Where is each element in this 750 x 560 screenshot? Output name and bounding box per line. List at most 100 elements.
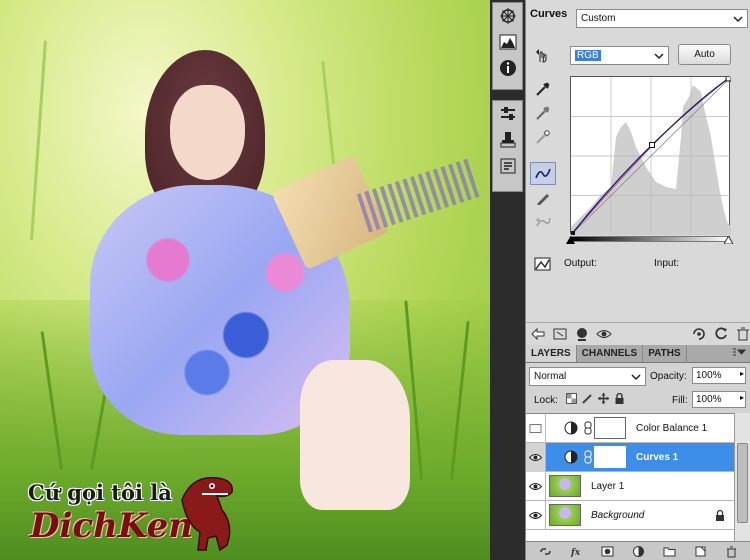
layer-mask-thumbnail[interactable]	[594, 417, 626, 439]
curves-plot	[570, 75, 732, 236]
white-point-slider[interactable]	[724, 236, 733, 244]
layer-thumbnail	[549, 475, 581, 497]
gray-point-eyedropper[interactable]	[530, 101, 556, 124]
panel-icon-group-bottom	[492, 100, 523, 192]
layer-list[interactable]: Color Balance 1 Curves 1 Layer 1 Backgro…	[526, 413, 735, 541]
eye-icon	[529, 453, 542, 461]
opacity-slider-arrow-icon[interactable]: ▸	[740, 369, 744, 378]
white-point-eyedropper[interactable]	[530, 125, 556, 148]
opacity-label: Opacity:	[650, 371, 687, 382]
panel-icon-group-top	[492, 2, 523, 90]
preset-dropdown[interactable]: Custom	[576, 9, 748, 28]
image-canvas[interactable]: Cứ gọi tôi là DichKen	[0, 0, 490, 560]
adjustment-layer-icon	[564, 421, 578, 435]
output-label: Output:	[564, 258, 597, 269]
smooth-icon	[536, 217, 551, 226]
watermark-line1: Cứ gọi tôi là	[28, 480, 172, 505]
chain-link-icon[interactable]	[584, 421, 592, 435]
lock-transparency-icon[interactable]	[566, 393, 577, 404]
curve-control-point[interactable]	[649, 142, 655, 148]
layer-row-layer1[interactable]: Layer 1	[526, 471, 735, 501]
layer-mask-thumbnail[interactable]	[594, 446, 626, 468]
channel-value: RGB	[575, 50, 601, 61]
chevron-down-icon	[733, 16, 743, 23]
eyedropper-black-icon	[536, 82, 550, 96]
visibility-eye-icon[interactable]	[596, 326, 612, 342]
clip-to-layer-icon[interactable]	[574, 326, 590, 342]
lock-position-move-icon[interactable]	[598, 393, 609, 404]
preset-value: Custom	[581, 13, 616, 24]
on-image-adjust-button[interactable]	[530, 44, 556, 67]
adjustments-panel: Curves Custom RGB Auto Output: Input:	[525, 0, 750, 345]
delete-layer-trash-icon[interactable]	[725, 545, 738, 558]
adjustment-title: Curves	[530, 8, 568, 20]
actions-icon	[500, 158, 515, 174]
lock-options	[566, 393, 625, 404]
fill-field[interactable]: 100% ▸	[692, 391, 746, 408]
layer-row-curves[interactable]: Curves 1	[526, 442, 735, 472]
eyedropper-white-icon	[536, 129, 550, 144]
lock-pixels-brush-icon[interactable]	[582, 393, 593, 404]
pencil-draw-tool[interactable]	[530, 186, 556, 209]
trash-icon[interactable]	[735, 326, 750, 342]
panel-tabs: LAYERS CHANNELS PATHS	[526, 345, 750, 363]
info-icon	[499, 60, 516, 76]
clone-source-icon	[500, 132, 515, 148]
layer-name: Curves 1	[636, 451, 679, 463]
curve-tool-column	[530, 44, 560, 234]
tab-paths[interactable]: PATHS	[643, 345, 687, 362]
view-previous-state-icon[interactable]	[691, 326, 707, 342]
panel-menu-icon[interactable]	[732, 347, 746, 359]
histogram-icon	[499, 34, 516, 50]
visibility-toggle[interactable]	[526, 500, 546, 530]
lavender-flowers	[356, 157, 484, 233]
tab-layers[interactable]: LAYERS	[526, 345, 577, 362]
fill-slider-arrow-icon[interactable]: ▸	[740, 393, 744, 402]
info-button[interactable]	[493, 55, 522, 81]
blend-mode-value: Normal	[534, 371, 567, 382]
layer-row-background[interactable]: Background	[526, 500, 735, 530]
auto-button[interactable]: Auto	[678, 44, 731, 65]
curve-endpoint-white[interactable]	[725, 75, 732, 82]
visibility-toggle[interactable]	[526, 471, 546, 501]
navigator-button[interactable]	[493, 3, 522, 29]
chain-link-icon[interactable]	[584, 450, 592, 464]
chevron-down-icon	[631, 374, 641, 381]
adjustment-layer-icon	[564, 450, 578, 464]
tab-channels[interactable]: CHANNELS	[577, 345, 644, 362]
add-mask-icon[interactable]	[601, 545, 614, 558]
clone-source-button[interactable]	[493, 127, 522, 153]
return-to-list-icon[interactable]	[530, 326, 546, 342]
actions-button[interactable]	[493, 153, 522, 179]
visibility-toggle[interactable]	[526, 442, 546, 472]
clipping-warning-icon[interactable]	[534, 256, 552, 272]
layer-row-color-balance[interactable]: Color Balance 1	[526, 414, 735, 443]
smooth-curve-button[interactable]	[530, 210, 556, 233]
reset-icon[interactable]	[713, 326, 729, 342]
channel-dropdown[interactable]: RGB	[570, 46, 669, 65]
scrollbar-thumb[interactable]	[737, 443, 748, 523]
opacity-field[interactable]: 100% ▸	[692, 367, 746, 384]
black-point-slider[interactable]	[566, 236, 575, 244]
black-point-eyedropper[interactable]	[530, 77, 556, 100]
lock-all-icon[interactable]	[614, 393, 625, 404]
layers-scrollbar[interactable]	[734, 413, 750, 541]
layers-footer: fx	[526, 541, 750, 560]
new-adjustment-layer-icon[interactable]	[632, 545, 645, 558]
lock-label: Lock:	[534, 395, 558, 406]
new-group-folder-icon[interactable]	[663, 545, 676, 558]
layer-name: Layer 1	[591, 480, 625, 492]
visibility-toggle[interactable]	[526, 414, 546, 443]
curve-point-tool[interactable]	[530, 162, 556, 185]
new-layer-icon[interactable]	[694, 545, 707, 558]
curves-graph[interactable]	[570, 75, 732, 236]
curve-endpoint-black[interactable]	[570, 231, 575, 236]
histogram-button[interactable]	[493, 29, 522, 55]
blend-mode-dropdown[interactable]: Normal	[529, 367, 646, 386]
hand-adjust-icon	[536, 48, 547, 63]
expanded-view-icon[interactable]	[552, 326, 568, 342]
layer-style-fx-icon[interactable]: fx	[570, 545, 583, 558]
lock-icon	[716, 509, 724, 521]
adjustments-button[interactable]	[493, 101, 522, 127]
link-layers-icon[interactable]	[539, 545, 552, 558]
